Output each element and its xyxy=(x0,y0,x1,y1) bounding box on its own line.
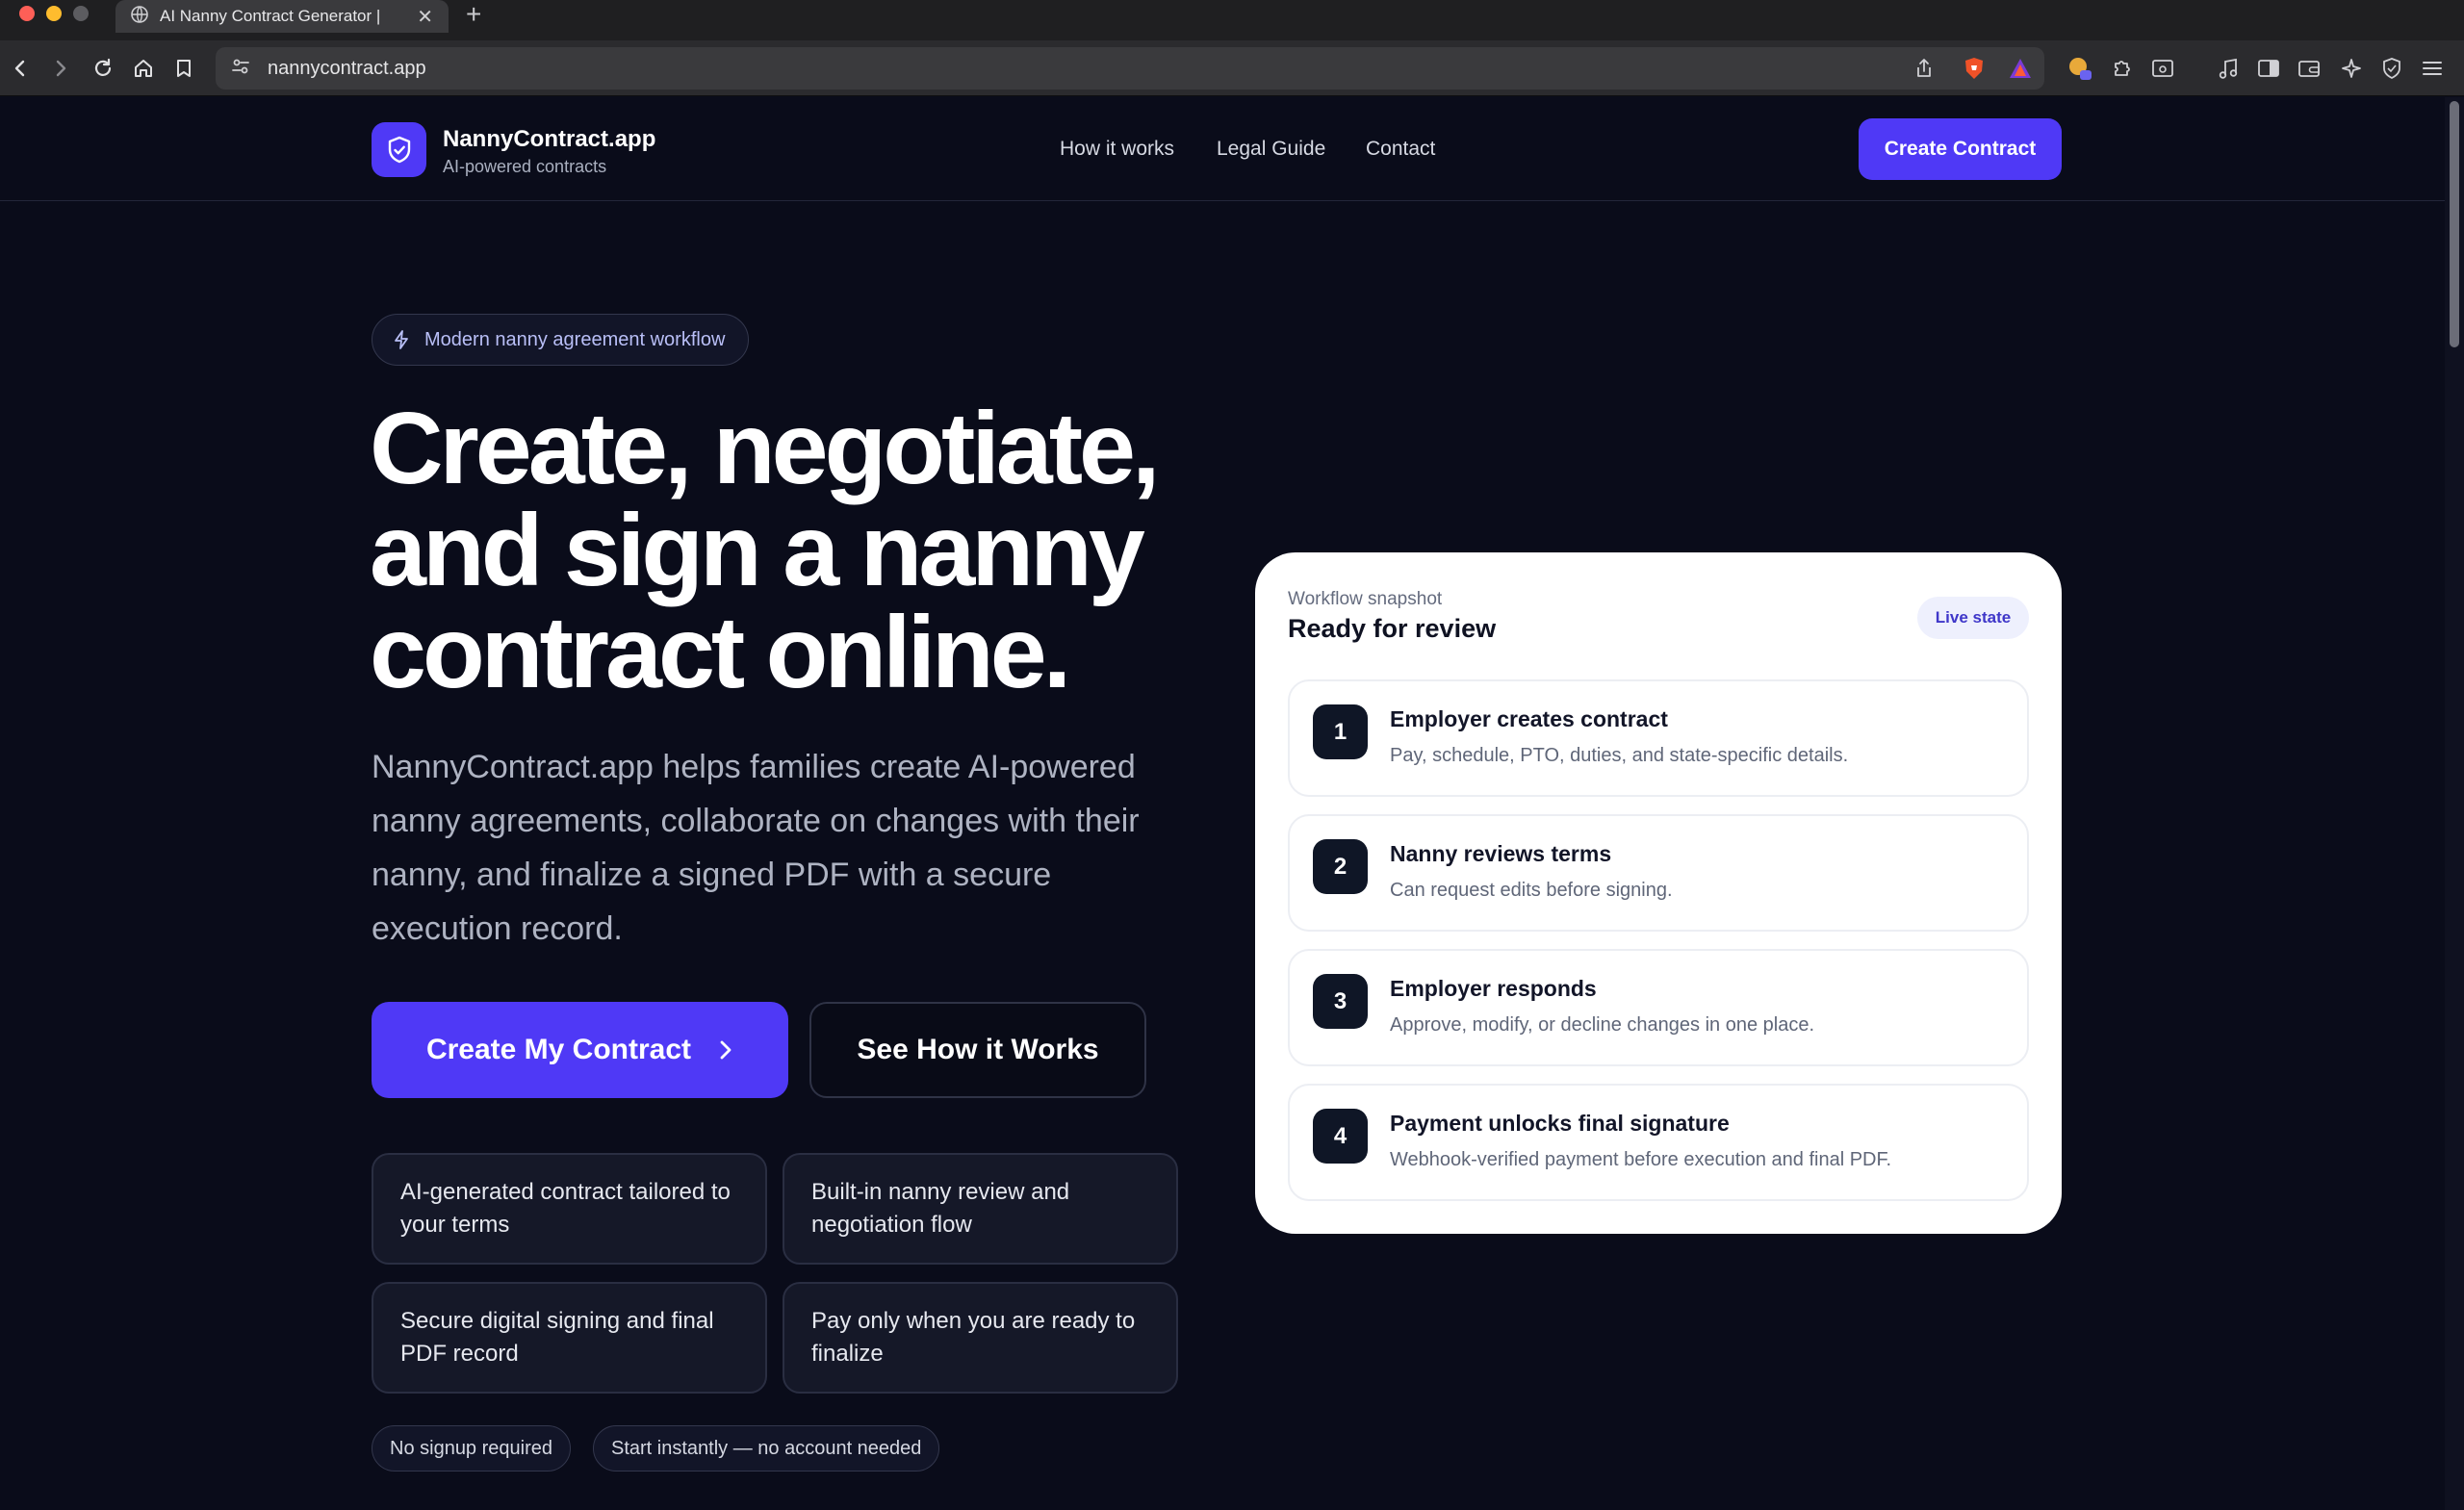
workflow-title: Ready for review xyxy=(1288,614,1497,643)
close-window-button[interactable] xyxy=(19,6,35,21)
step-number: 3 xyxy=(1313,974,1368,1029)
workflow-step: 4 Payment unlocks final signature Webhoo… xyxy=(1288,1084,2029,1201)
browser-toolbar: nannycontract.app xyxy=(0,40,2464,96)
tab-title: AI Nanny Contract Generator | xyxy=(160,7,381,25)
step-title: Employer creates contract xyxy=(1390,706,1668,731)
chevron-right-icon xyxy=(720,1040,732,1060)
close-tab-icon[interactable]: ✕ xyxy=(417,5,433,29)
new-tab-button[interactable]: + xyxy=(466,0,481,29)
step-description: Webhook-verified payment before executio… xyxy=(1390,1149,1892,1170)
page-scrollbar[interactable] xyxy=(2445,97,2464,1510)
workflow-step: 2 Nanny reviews terms Can request edits … xyxy=(1288,814,2029,932)
hero-title-line-1: Create, negotiate, xyxy=(370,392,1160,505)
step-title: Nanny reviews terms xyxy=(1390,841,1612,866)
bookmark-button[interactable] xyxy=(167,52,200,85)
leo-ai-icon[interactable] xyxy=(2337,54,2366,83)
brave-shields-icon[interactable] xyxy=(1960,54,1989,83)
nav-how-it-works[interactable]: How it works xyxy=(1060,138,1174,161)
live-state-badge: Live state xyxy=(1917,597,2029,639)
lightning-icon xyxy=(395,330,408,349)
workflow-kicker: Workflow snapshot xyxy=(1288,589,1443,609)
music-icon[interactable] xyxy=(2214,54,2243,83)
brand-tagline: AI-powered contracts xyxy=(443,157,607,176)
globe-icon xyxy=(131,5,148,28)
workflow-step: 1 Employer creates contract Pay, schedul… xyxy=(1288,679,2029,797)
step-title: Payment unlocks final signature xyxy=(1390,1111,1730,1136)
reload-button[interactable] xyxy=(87,52,119,85)
workflow-step: 3 Employer responds Approve, modify, or … xyxy=(1288,949,2029,1066)
create-my-contract-label: Create My Contract xyxy=(425,1034,692,1065)
scrollbar-thumb[interactable] xyxy=(2450,101,2459,347)
shield-check-icon xyxy=(388,136,410,163)
back-button[interactable] xyxy=(4,52,37,85)
browser-tab-bar: AI Nanny Contract Generator | ✕ + xyxy=(0,0,2464,40)
hero-description: NannyContract.app helps families create … xyxy=(372,749,1140,947)
no-signup-pill: No signup required xyxy=(372,1425,571,1472)
extensions-puzzle-icon[interactable] xyxy=(2108,54,2137,83)
site-header: NannyContract.app AI-powered contracts H… xyxy=(0,97,2445,201)
reload-icon xyxy=(94,58,112,76)
nav-legal-guide[interactable]: Legal Guide xyxy=(1217,138,1325,161)
vpn-shield-icon[interactable] xyxy=(2377,54,2406,83)
see-how-it-works-button[interactable]: See How it Works xyxy=(809,1002,1146,1098)
bookmark-icon xyxy=(177,60,191,77)
menu-icon[interactable] xyxy=(2418,54,2447,83)
workflow-snapshot-card: Workflow snapshot Ready for review Live … xyxy=(1255,552,2062,1234)
brand-name[interactable]: NannyContract.app xyxy=(443,126,655,153)
feature-card-secure-signing: Secure digital signing and final PDF rec… xyxy=(372,1282,767,1394)
step-description: Approve, modify, or decline changes in o… xyxy=(1390,1014,1815,1036)
step-description: Pay, schedule, PTO, duties, and state-sp… xyxy=(1390,745,1849,766)
forward-button[interactable] xyxy=(44,52,77,85)
step-title: Employer responds xyxy=(1390,976,1597,1001)
home-button[interactable] xyxy=(127,52,160,85)
step-number: 1 xyxy=(1313,704,1368,759)
create-contract-button[interactable]: Create Contract xyxy=(1859,118,2062,180)
web-page: NannyContract.app AI-powered contracts H… xyxy=(0,97,2445,1510)
wallet-icon[interactable] xyxy=(2295,54,2323,83)
feature-card-ai-contract: AI-generated contract tailored to your t… xyxy=(372,1153,767,1265)
share-icon[interactable] xyxy=(1910,54,1938,83)
step-number: 2 xyxy=(1313,839,1368,894)
home-icon xyxy=(135,60,152,77)
nav-contact[interactable]: Contact xyxy=(1366,138,1435,161)
browser-tab[interactable]: AI Nanny Contract Generator | ✕ xyxy=(116,0,449,33)
feature-card-review-flow: Built-in nanny review and negotiation fl… xyxy=(783,1153,1178,1265)
reader-mode-icon[interactable] xyxy=(2148,54,2177,83)
minimize-window-button[interactable] xyxy=(46,6,62,21)
chevron-right-icon xyxy=(56,60,66,77)
sidebar-toggle-icon[interactable] xyxy=(2254,54,2283,83)
hero-title-line-2: and sign a nanny xyxy=(370,494,1145,607)
address-bar[interactable]: nannycontract.app xyxy=(216,47,2044,90)
logo[interactable] xyxy=(372,122,426,177)
hero-title-line-3: contract online. xyxy=(370,596,1071,709)
zoom-window-button[interactable] xyxy=(73,6,89,21)
chevron-left-icon xyxy=(14,60,25,77)
step-description: Can request edits before signing. xyxy=(1390,880,1673,901)
brave-rewards-icon[interactable] xyxy=(2006,54,2035,83)
feature-card-pay-to-finalize: Pay only when you are ready to finalize xyxy=(783,1282,1178,1394)
hero-badge: Modern nanny agreement workflow xyxy=(372,314,750,366)
site-settings-icon[interactable] xyxy=(231,57,250,81)
start-instantly-pill: Start instantly — no account needed xyxy=(593,1425,940,1472)
step-number: 4 xyxy=(1313,1109,1368,1164)
extension-profile-icon[interactable] xyxy=(2066,54,2094,83)
url-text[interactable]: nannycontract.app xyxy=(268,58,426,80)
hero-title: Create, negotiate, and sign a nanny cont… xyxy=(370,397,1236,704)
create-my-contract-button[interactable]: Create My Contract xyxy=(372,1002,788,1098)
hero-badge-label: Modern nanny agreement workflow xyxy=(424,328,726,350)
